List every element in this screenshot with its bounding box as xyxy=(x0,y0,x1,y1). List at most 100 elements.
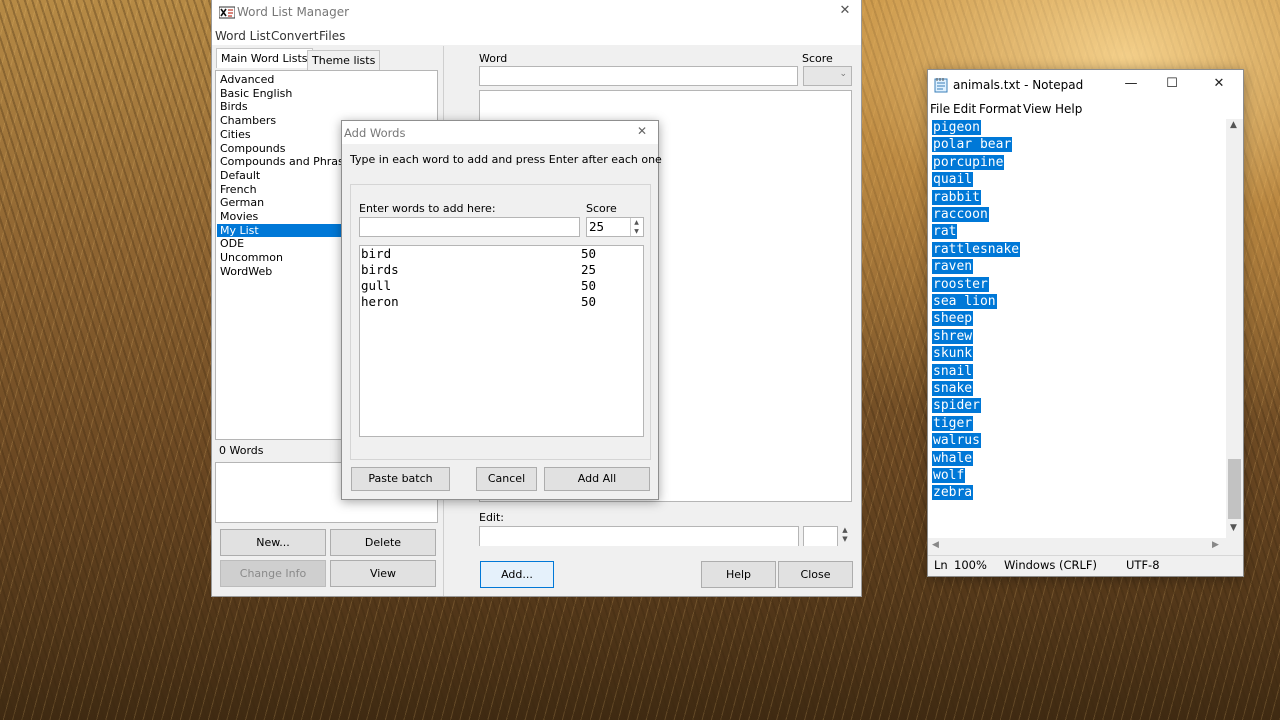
edit-input[interactable] xyxy=(479,526,799,546)
add-button[interactable]: Add... xyxy=(480,561,554,588)
enter-words-input[interactable] xyxy=(359,217,580,237)
text-line: shrew xyxy=(932,328,974,344)
score-label: Score xyxy=(802,52,833,65)
list-item[interactable]: Basic English xyxy=(217,87,292,101)
delete-button[interactable]: Delete xyxy=(330,529,436,556)
app-icon xyxy=(219,6,235,19)
word-label: Word xyxy=(479,52,508,65)
list-item[interactable]: Default xyxy=(217,169,260,183)
change-info-button[interactable]: Change Info xyxy=(220,560,326,587)
cancel-button[interactable]: Cancel xyxy=(476,467,537,491)
list-item: heron xyxy=(361,294,399,309)
spinner-arrows-icon[interactable]: ▲ ▼ xyxy=(630,218,642,236)
status-zoom: 100% xyxy=(954,558,987,572)
list-item-score: 25 xyxy=(581,262,597,277)
notepad-title: animals.txt - Notepad xyxy=(953,78,1084,92)
list-item[interactable]: Chambers xyxy=(217,114,276,128)
wlm-titlebar[interactable]: Word List Manager ✕ xyxy=(212,0,861,25)
text-line: polar bear xyxy=(932,137,1013,153)
menu-help[interactable]: Help xyxy=(1055,102,1082,116)
paste-batch-button[interactable]: Paste batch xyxy=(351,467,450,491)
list-item[interactable]: Compounds and Phrases xyxy=(217,155,356,169)
list-item[interactable]: Compounds xyxy=(217,142,286,156)
view-button[interactable]: View xyxy=(330,560,436,587)
text-line: porcupine xyxy=(932,154,1005,170)
notepad-icon xyxy=(934,78,948,93)
text-line: rat xyxy=(932,224,958,240)
text-line: wolf xyxy=(932,468,966,483)
scroll-right-icon[interactable]: ▶ xyxy=(1212,540,1219,550)
notepad-titlebar[interactable]: animals.txt - Notepad — ☐ ✕ xyxy=(928,70,1243,100)
chevron-down-icon: ⌄ xyxy=(839,69,847,79)
tab-theme-lists[interactable]: Theme lists xyxy=(307,50,381,70)
minimize-icon[interactable]: — xyxy=(1121,76,1141,91)
menu-file[interactable]: File xyxy=(930,102,950,116)
text-line: raven xyxy=(932,259,974,275)
menu-convert[interactable]: Convert xyxy=(271,29,318,43)
list-item[interactable]: ODE xyxy=(217,237,244,251)
notepad-window: animals.txt - Notepad — ☐ ✕ File Edit Fo… xyxy=(927,69,1244,577)
scroll-up-icon[interactable]: ▲ xyxy=(1230,120,1237,130)
score-stepper[interactable]: 25 ▲ ▼ xyxy=(586,217,644,237)
menu-edit[interactable]: Edit xyxy=(953,102,976,116)
list-item[interactable]: Uncommon xyxy=(217,251,283,265)
scroll-down-icon[interactable]: ▼ xyxy=(1230,523,1237,533)
text-line: spider xyxy=(932,398,981,414)
close-icon[interactable]: ✕ xyxy=(1209,76,1229,91)
scrollbar-thumb[interactable] xyxy=(1228,459,1241,519)
menu-format[interactable]: Format xyxy=(979,102,1021,116)
edit-label: Edit: xyxy=(479,511,505,524)
dialog-titlebar[interactable]: Add Words ✕ xyxy=(342,121,658,144)
close-button[interactable]: Close xyxy=(778,561,853,588)
list-item[interactable]: Movies xyxy=(217,210,258,224)
text-line: sheep xyxy=(932,311,974,327)
text-line: tiger xyxy=(932,415,974,431)
list-item[interactable]: German xyxy=(217,196,264,210)
list-item[interactable]: French xyxy=(217,183,257,197)
vertical-scrollbar[interactable]: ▲ ▼ xyxy=(1226,119,1243,538)
dialog-title: Add Words xyxy=(344,126,406,140)
word-input[interactable] xyxy=(479,66,798,86)
wlm-menubar: Word List Convert Files xyxy=(212,25,861,45)
edit-score-input[interactable] xyxy=(803,526,838,546)
word-count-label: 0 Words xyxy=(219,444,264,457)
maximize-icon[interactable]: ☐ xyxy=(1162,76,1182,91)
text-line: rattlesnake xyxy=(932,241,1021,257)
add-all-button[interactable]: Add All xyxy=(544,467,650,491)
menu-word-list[interactable]: Word List xyxy=(215,29,271,43)
list-item[interactable]: Advanced xyxy=(217,73,274,87)
close-icon[interactable]: ✕ xyxy=(836,3,854,18)
enter-words-label: Enter words to add here: xyxy=(359,202,496,215)
list-item-score: 50 xyxy=(581,278,597,293)
list-item: birds xyxy=(361,262,399,277)
text-line: zebra xyxy=(932,485,974,501)
scroll-left-icon[interactable]: ◀ xyxy=(932,540,939,550)
tab-main-word-lists[interactable]: Main Word Lists xyxy=(216,48,313,68)
close-icon[interactable]: ✕ xyxy=(634,124,650,138)
list-item-selected[interactable]: My List xyxy=(217,223,357,238)
score-dropdown[interactable]: ⌄ xyxy=(803,66,852,86)
text-line: pigeon xyxy=(932,120,981,135)
window-title: Word List Manager xyxy=(237,5,350,19)
text-line: rooster xyxy=(932,276,989,292)
new-button[interactable]: New... xyxy=(220,529,326,556)
horizontal-scrollbar[interactable]: ◀ ▶ xyxy=(928,538,1226,555)
list-item[interactable]: Cities xyxy=(217,128,251,142)
entry-group: Enter words to add here: Score 25 ▲ ▼ bir… xyxy=(350,184,651,460)
score-value: 25 xyxy=(589,219,605,234)
status-encoding: UTF-8 xyxy=(1126,558,1160,572)
list-item[interactable]: Birds xyxy=(217,100,248,114)
text-line: snail xyxy=(932,363,974,379)
added-words-list[interactable]: bird 50 birds 25 gull 50 heron 50 xyxy=(359,245,644,437)
menu-view[interactable]: View xyxy=(1023,102,1051,116)
help-button[interactable]: Help xyxy=(701,561,776,588)
edit-score-spinner[interactable]: ▲ ▼ xyxy=(839,526,851,546)
text-line: rabbit xyxy=(932,189,981,205)
menu-files[interactable]: Files xyxy=(319,29,345,43)
add-words-dialog: Add Words ✕ Type in each word to add and… xyxy=(341,120,662,500)
notepad-text-area[interactable]: pigeon polar bear porcupine quail rabbit… xyxy=(928,119,1226,538)
list-item[interactable]: WordWeb xyxy=(217,265,272,279)
scrollbar-corner xyxy=(1226,538,1243,555)
notepad-menubar: File Edit Format View Help xyxy=(928,100,1243,118)
text-line: walrus xyxy=(932,433,981,449)
